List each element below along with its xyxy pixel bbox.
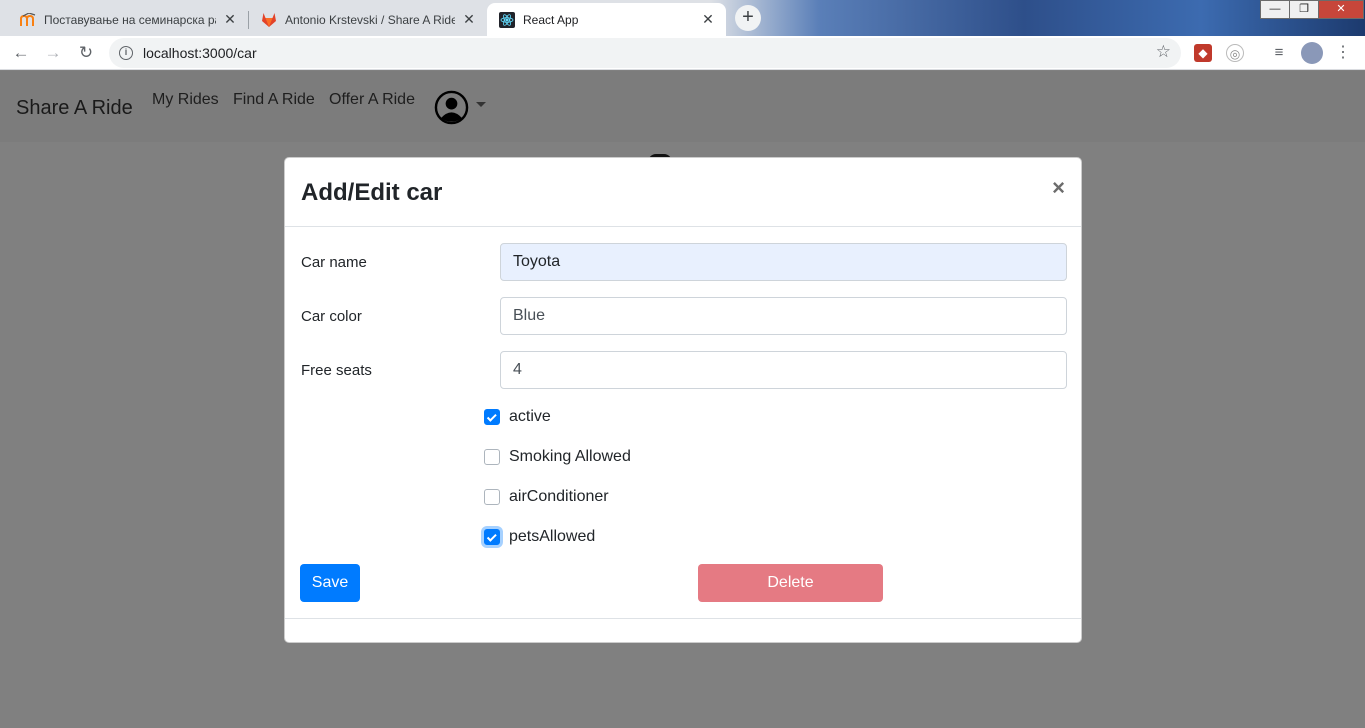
pets-allowed-checkbox[interactable] xyxy=(484,529,500,545)
tab-title: React App xyxy=(523,12,579,27)
reload-icon[interactable]: ↻ xyxy=(74,41,98,65)
nav-link-my-rides[interactable]: My Rides xyxy=(152,91,219,109)
user-account-icon[interactable] xyxy=(434,90,469,125)
active-checkbox-label[interactable]: active xyxy=(509,408,551,426)
car-color-label: Car color xyxy=(301,308,362,325)
save-button[interactable]: Save xyxy=(300,564,360,602)
free-seats-label: Free seats xyxy=(301,362,372,379)
new-tab-button[interactable]: + xyxy=(735,5,761,31)
bookmark-star-icon[interactable]: ☆ xyxy=(1156,42,1171,62)
minimize-window-button[interactable]: — xyxy=(1260,0,1290,19)
checkmark-icon xyxy=(486,531,497,542)
browser-tab-moodle[interactable]: Поставување на семинарска ра ✕ xyxy=(8,3,248,36)
media-control-icon[interactable]: ≡ xyxy=(1270,44,1288,62)
delete-button[interactable]: Delete xyxy=(698,564,883,602)
profile-avatar-icon[interactable] xyxy=(1301,42,1323,64)
nav-link-offer-a-ride[interactable]: Offer A Ride xyxy=(329,91,415,109)
browser-toolbar: ← → ↻ i localhost:3000/car ☆ ◆ ◎ ≡ ⋮ xyxy=(0,36,1365,70)
close-tab-icon[interactable]: ✕ xyxy=(700,11,716,28)
browser-tab-strip: Поставување на семинарска ра ✕ Antonio K… xyxy=(0,0,1365,36)
air-conditioner-checkbox-row[interactable]: airConditioner xyxy=(484,488,609,506)
modal-header: Add/Edit car × xyxy=(285,158,1081,227)
browser-menu-icon[interactable]: ⋮ xyxy=(1334,44,1352,62)
modal-title: Add/Edit car xyxy=(301,179,443,206)
air-conditioner-checkbox[interactable] xyxy=(484,489,500,505)
free-seats-input[interactable] xyxy=(500,351,1067,389)
react-icon xyxy=(499,11,515,28)
forward-arrow-icon[interactable]: → xyxy=(41,41,65,65)
car-name-input[interactable] xyxy=(500,243,1067,281)
pets-allowed-checkbox-row[interactable]: petsAllowed xyxy=(484,528,595,546)
close-tab-icon[interactable]: ✕ xyxy=(461,11,477,28)
maximize-window-button[interactable]: ❐ xyxy=(1289,0,1319,19)
active-checkbox-row[interactable]: active xyxy=(484,408,551,426)
dropdown-caret-icon[interactable] xyxy=(476,102,486,107)
browser-tab-react-app[interactable]: React App ✕ xyxy=(487,3,726,36)
car-name-label: Car name xyxy=(301,254,367,271)
app-navbar: Share A Ride My Rides Find A Ride Offer … xyxy=(0,71,1365,142)
close-tab-icon[interactable]: ✕ xyxy=(222,11,238,28)
address-bar[interactable]: i localhost:3000/car ☆ xyxy=(109,38,1181,68)
air-conditioner-checkbox-label[interactable]: airConditioner xyxy=(509,488,609,506)
checkmark-icon xyxy=(486,411,497,422)
back-arrow-icon[interactable]: ← xyxy=(9,41,33,65)
browser-tab-gitlab[interactable]: Antonio Krstevski / Share A Ride ✕ xyxy=(249,3,487,36)
gitlab-icon xyxy=(261,12,277,28)
smoking-allowed-checkbox[interactable] xyxy=(484,449,500,465)
modal-footer-divider xyxy=(285,618,1081,619)
smoking-allowed-checkbox-label[interactable]: Smoking Allowed xyxy=(509,448,631,466)
close-icon[interactable]: × xyxy=(1052,176,1065,200)
extension-icon[interactable]: ◎ xyxy=(1226,44,1244,62)
active-checkbox[interactable] xyxy=(484,409,500,425)
tab-title: Antonio Krstevski / Share A Ride xyxy=(285,12,455,27)
close-window-button[interactable]: ✕ xyxy=(1318,0,1364,19)
add-edit-car-modal: Add/Edit car × Car name Car color Free s… xyxy=(284,157,1082,643)
brand-logo-text[interactable]: Share A Ride xyxy=(16,97,133,120)
tab-title: Поставување на семинарска ра xyxy=(44,12,216,27)
pets-allowed-checkbox-label[interactable]: petsAllowed xyxy=(509,528,595,546)
extension-icon[interactable]: ◆ xyxy=(1194,44,1212,62)
nav-link-find-a-ride[interactable]: Find A Ride xyxy=(233,91,315,109)
url-text: localhost:3000/car xyxy=(143,45,257,61)
car-color-input[interactable] xyxy=(500,297,1067,335)
moodle-icon xyxy=(20,12,36,28)
site-info-icon[interactable]: i xyxy=(119,46,133,60)
smoking-allowed-checkbox-row[interactable]: Smoking Allowed xyxy=(484,448,631,466)
